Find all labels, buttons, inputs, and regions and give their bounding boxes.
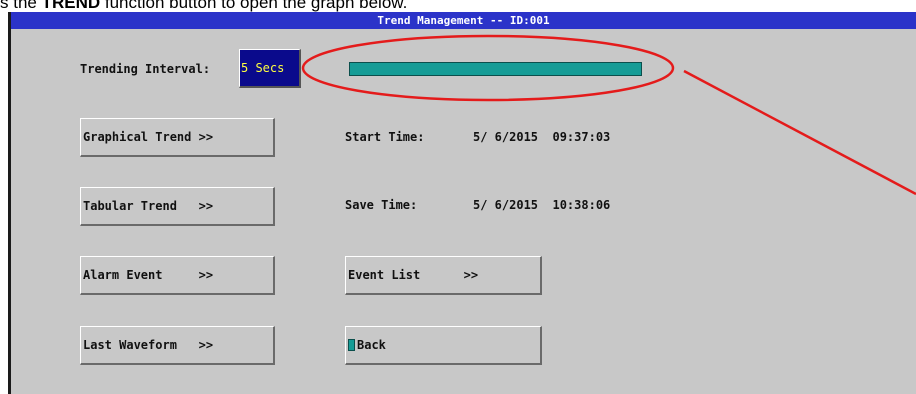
alarm-event-button[interactable]: Alarm Event >>	[80, 256, 275, 295]
back-button[interactable]: Back	[345, 326, 542, 365]
progress-bar	[349, 62, 642, 76]
caption-prefix: s the	[0, 0, 42, 12]
save-time-value: 5/ 6/2015 10:38:06	[473, 198, 611, 212]
event-list-button[interactable]: Event List >>	[345, 256, 542, 295]
last-waveform-button[interactable]: Last Waveform >>	[80, 326, 275, 365]
trending-interval-label: Trending Interval:	[80, 62, 211, 76]
caption-bold-trend: TREND	[41, 0, 101, 12]
start-time-label: Start Time:	[345, 130, 425, 144]
tabular-trend-button[interactable]: Tabular Trend >>	[80, 187, 275, 226]
caption-suffix: function button to open the graph below.	[100, 0, 408, 12]
trending-interval-field[interactable]: 5 Secs	[239, 49, 301, 88]
save-time-label: Save Time:	[345, 198, 418, 212]
back-key-icon	[348, 339, 355, 351]
window-title: Trend Management -- ID:001	[11, 12, 916, 29]
back-button-label: Back	[357, 338, 386, 352]
graphical-trend-button[interactable]: Graphical Trend >>	[80, 118, 275, 157]
trend-management-window: Trend Management -- ID:001 Trending Inte…	[8, 12, 916, 394]
start-time-value: 5/ 6/2015 09:37:03	[473, 130, 611, 144]
